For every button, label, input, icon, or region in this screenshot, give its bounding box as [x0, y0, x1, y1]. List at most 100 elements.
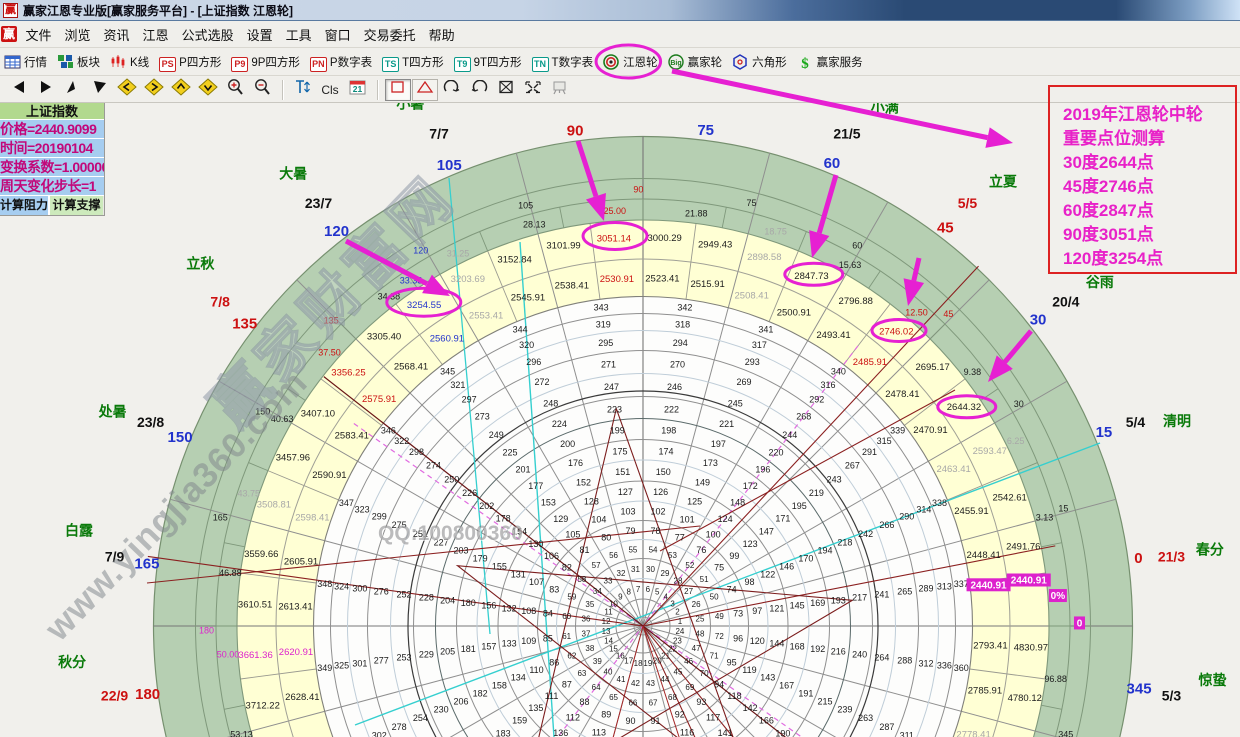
toolbar-item-赢家轮[interactable]: Big赢家轮: [668, 54, 723, 70]
outer-degree-label: 60: [824, 155, 841, 172]
price-plus-degree-value: 2463.41: [936, 464, 970, 475]
diamond-down-button[interactable]: [195, 79, 221, 101]
price-plus-degree-value: 2470.91: [913, 425, 947, 436]
price-plus-degree-value: 2530.91: [600, 274, 634, 285]
integer-cell-value: 201: [516, 465, 531, 475]
calc-resistance-button[interactable]: 计算阻力: [0, 196, 50, 215]
calc-support-button[interactable]: 计算支撑: [50, 196, 103, 215]
integer-cell-value: 183: [496, 728, 511, 737]
integer-cell-value: 68: [668, 693, 677, 702]
zoom-out-button[interactable]: [249, 79, 275, 101]
price-proportional-value: 3559.66: [244, 549, 278, 560]
zoom-out-icon: [253, 78, 271, 101]
toolbar-label: 板块: [77, 54, 100, 70]
price-plus-degree-value: 2478.41: [885, 389, 919, 400]
menu-item-8[interactable]: 窗口: [318, 21, 357, 48]
toolbar-item-K线[interactable]: K线: [110, 54, 149, 70]
price-plus-degree-value: 2568.41: [394, 362, 428, 373]
diamond-left-icon: [117, 78, 137, 101]
info-box-line-5: 60度2847点: [1063, 199, 1235, 223]
base-angle-highlight: 0%: [1051, 591, 1066, 602]
diamond-up-button[interactable]: [168, 79, 194, 101]
integer-cell-value: 95: [727, 658, 737, 668]
calendar-button[interactable]: 21: [344, 79, 370, 101]
percent-ring-value: 12.50: [905, 308, 928, 318]
solar-term-date: 7/8: [210, 294, 230, 310]
menu-item-4[interactable]: 江恩: [136, 21, 175, 48]
toolbar-item-9T四方形[interactable]: T99T四方形: [454, 54, 522, 70]
box-x-button[interactable]: [493, 79, 519, 101]
integer-cell-value: 143: [760, 673, 775, 683]
toolbar-item-9P四方形[interactable]: P99P四方形: [231, 54, 300, 70]
degree-ring-value: 345: [1058, 730, 1073, 737]
integer-cell-value: 2: [675, 608, 680, 617]
toolbar-item-T数字表[interactable]: TNT数字表: [532, 54, 594, 70]
flag-up-button[interactable]: [60, 79, 86, 101]
degree-ring-value: 45: [943, 309, 953, 319]
integer-cell-value: 348: [317, 579, 332, 589]
toolbar-item-六角形[interactable]: 六角形: [732, 54, 787, 70]
rect-tool-button[interactable]: [385, 79, 411, 101]
menu-item-9[interactable]: 交易委托: [357, 21, 422, 48]
integer-cell-value: 215: [817, 696, 832, 706]
integer-cell-value: 315: [877, 436, 892, 446]
toolbar-item-板块[interactable]: 板块: [57, 54, 100, 70]
t-range-button[interactable]: [290, 79, 316, 101]
toolbar-item-江恩轮[interactable]: 江恩轮: [603, 54, 658, 70]
percent-ring-value: 6.25: [1007, 436, 1025, 446]
integer-cell-value: 42: [631, 679, 640, 688]
integer-cell-value: 316: [821, 380, 836, 390]
cls-button[interactable]: Cls: [317, 79, 343, 101]
integer-cell-value: 278: [392, 722, 407, 732]
integer-cell-value: 317: [752, 340, 767, 350]
integer-cell-value: 79: [625, 526, 635, 536]
integer-cell-value: 170: [798, 554, 813, 564]
menu-item-5[interactable]: 公式选股: [175, 21, 240, 48]
integer-cell-value: 132: [502, 603, 517, 613]
zoom-in-button[interactable]: [222, 79, 248, 101]
easel-button[interactable]: [547, 79, 573, 101]
resize-button[interactable]: [520, 79, 546, 101]
integer-cell-value: 337: [954, 579, 969, 589]
percent-ring-value: 50.00: [217, 649, 240, 659]
integer-cell-value: 311: [900, 730, 914, 737]
integer-cell-value: 93: [696, 697, 706, 707]
integer-cell-value: 22: [668, 645, 677, 654]
menu-item-6[interactable]: 设置: [240, 21, 279, 48]
menu-item-1[interactable]: 文件: [19, 21, 58, 48]
nav-next-button[interactable]: [33, 79, 59, 101]
resize-icon: [524, 80, 542, 99]
menu-item-3[interactable]: 资讯: [97, 21, 136, 48]
price-plus-degree-value: 2613.41: [278, 602, 312, 613]
nav-first-button[interactable]: [6, 79, 32, 101]
menu-item-2[interactable]: 浏览: [58, 21, 97, 48]
integer-cell-value: 111: [545, 691, 559, 701]
outer-degree-label: 15: [1096, 424, 1113, 441]
flag-down-button[interactable]: [87, 79, 113, 101]
toolbar-item-P数字表[interactable]: PNP数字表: [310, 54, 372, 70]
toolbar-item-赢家服务[interactable]: $赢家服务: [797, 54, 863, 70]
integer-cell-value: 203: [453, 546, 468, 556]
solar-term-label: 清明: [1163, 413, 1191, 429]
integer-cell-value: 321: [450, 380, 465, 390]
integer-cell-value: 173: [703, 458, 718, 468]
integer-cell-value: 270: [670, 359, 685, 369]
arc-cw-button[interactable]: [439, 79, 465, 101]
toolbar-item-P四方形[interactable]: PSP四方形: [159, 54, 221, 70]
nav-next-icon: [37, 80, 55, 99]
menu-item-7[interactable]: 工具: [279, 21, 318, 48]
diamond-right-button[interactable]: [141, 79, 167, 101]
integer-cell-value: 193: [831, 595, 846, 605]
price-plus-degree-value: 2448.41: [966, 550, 1000, 561]
percent-ring-value: 40.63: [271, 414, 294, 424]
price-plus-degree-value: 2560.91: [430, 334, 464, 345]
toolbar-item-T四方形[interactable]: TST四方形: [382, 54, 444, 70]
menu-item-10[interactable]: 帮助: [422, 21, 461, 48]
triangle-tool-button[interactable]: [412, 79, 438, 101]
arc-ccw-button[interactable]: [466, 79, 492, 101]
toolbar-item-行情[interactable]: 行情: [4, 54, 47, 70]
integer-cell-value: 129: [553, 514, 568, 524]
integer-cell-value: 127: [618, 487, 633, 497]
integer-cell-value: 318: [675, 320, 690, 330]
diamond-left-button[interactable]: [114, 79, 140, 101]
